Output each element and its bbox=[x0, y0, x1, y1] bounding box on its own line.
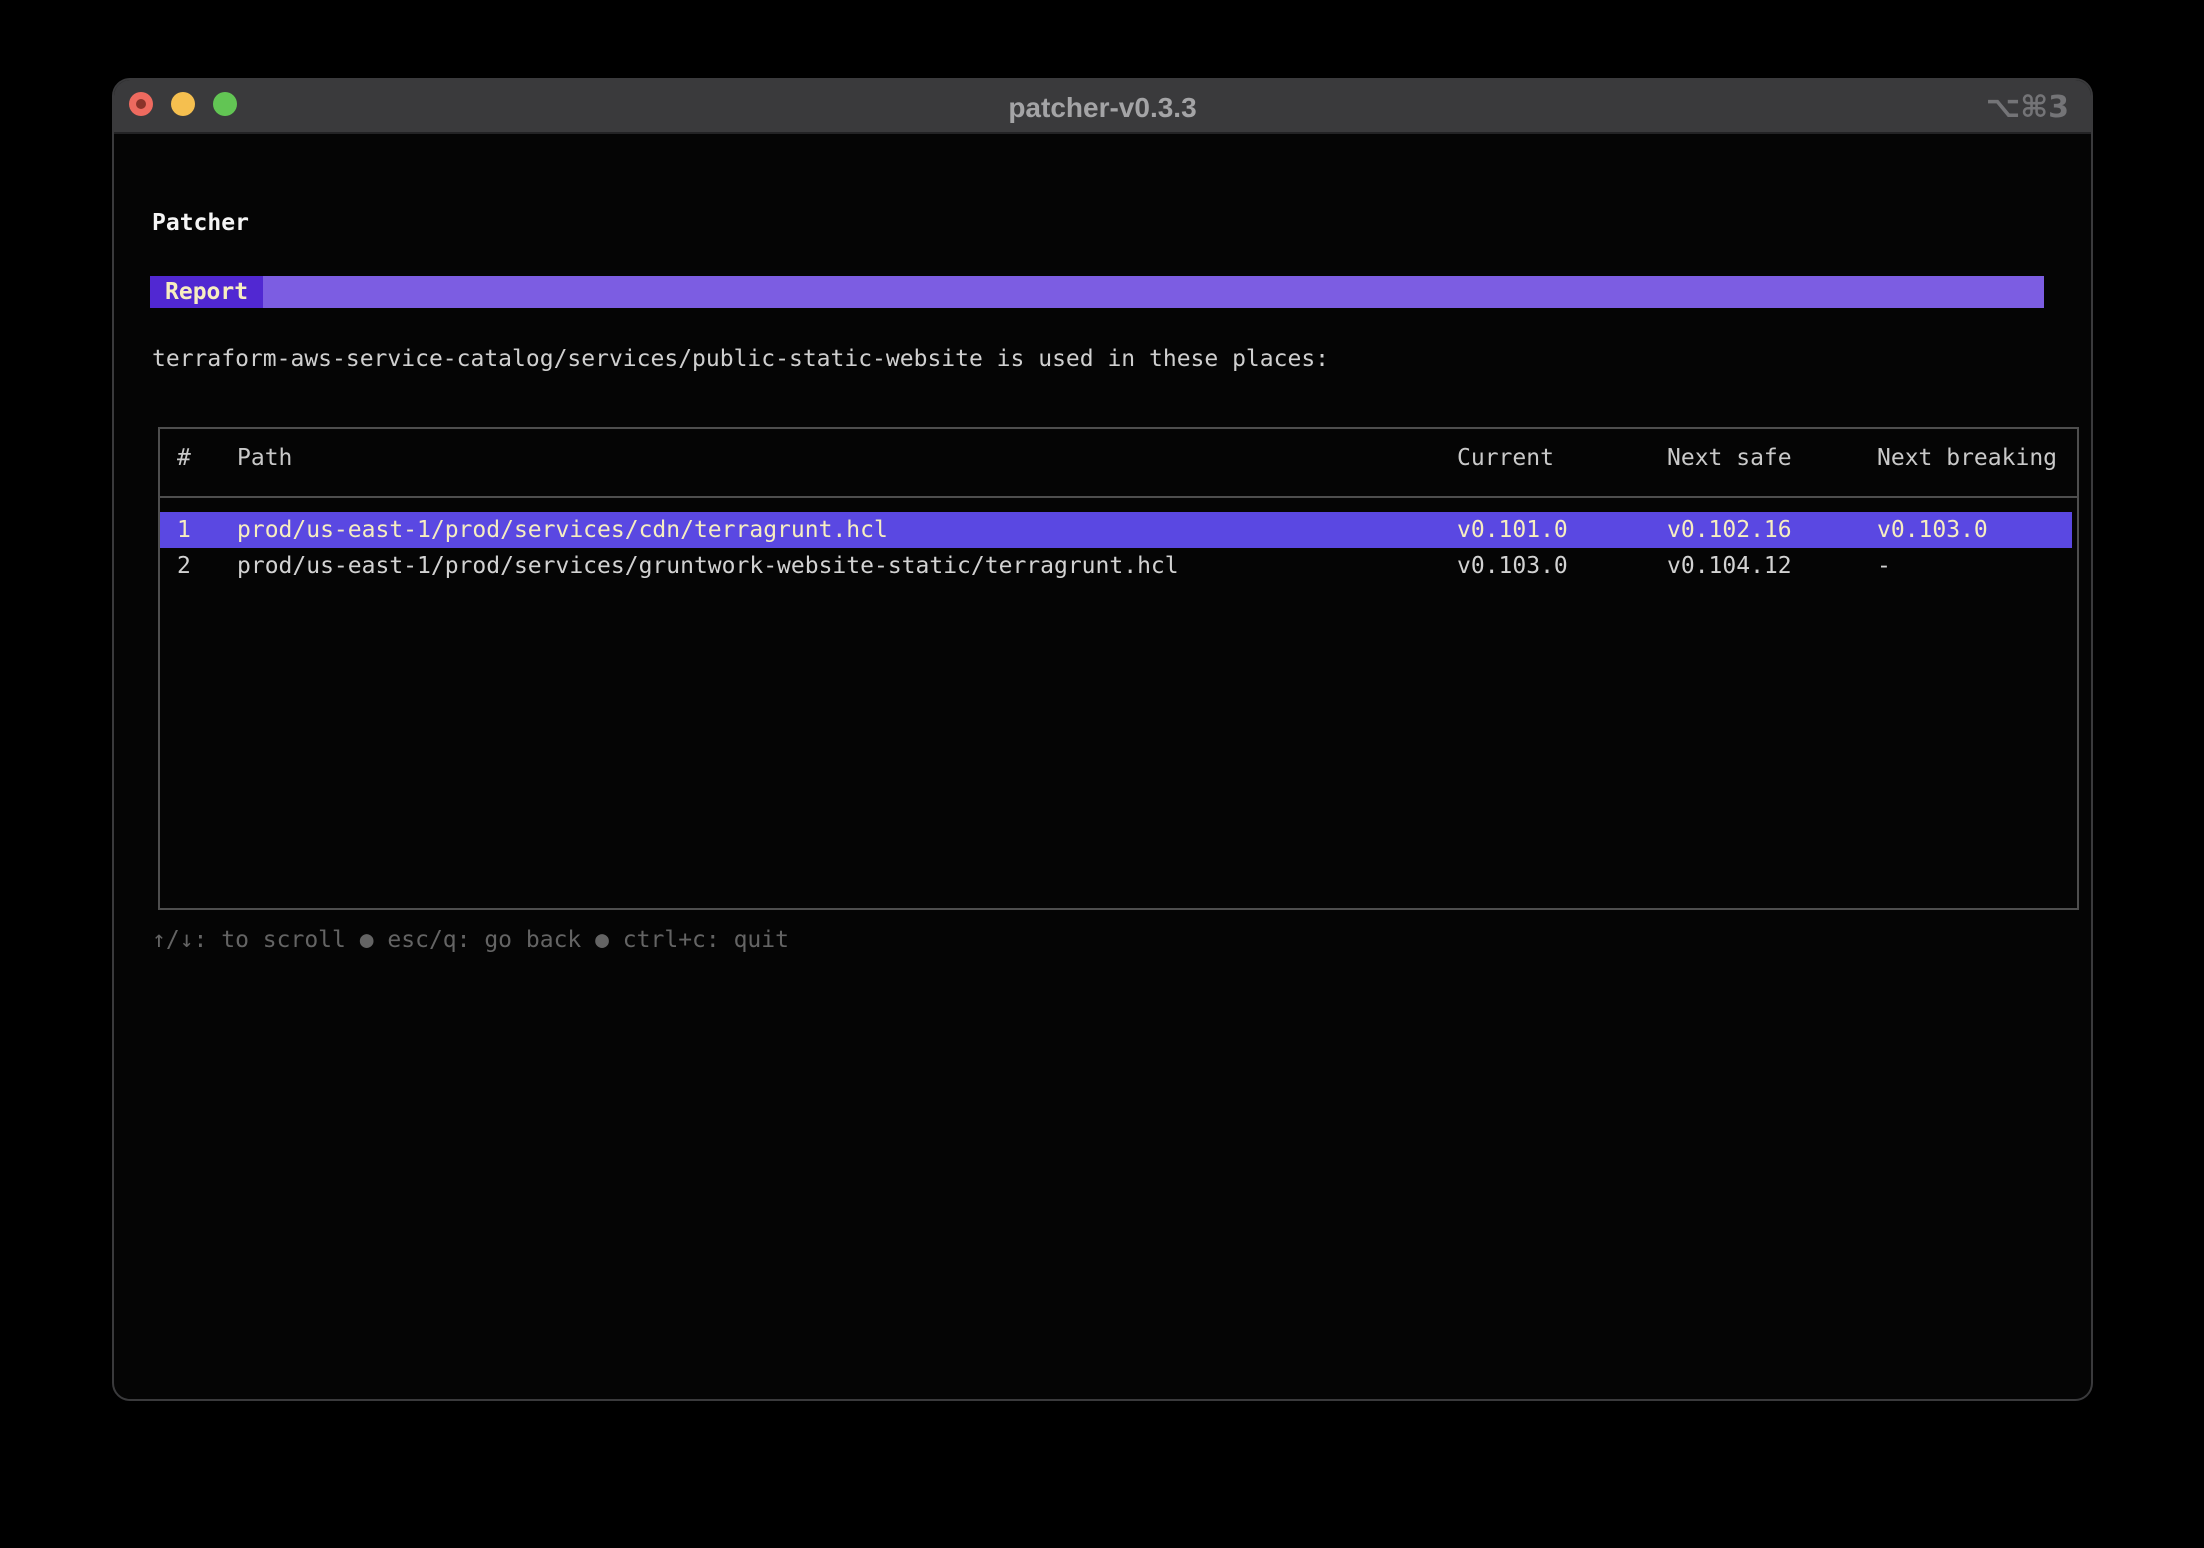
cell-next-safe: v0.104.12 bbox=[1667, 548, 1792, 584]
app-heading: Patcher bbox=[152, 207, 249, 239]
window-title: patcher-v0.3.3 bbox=[114, 80, 2091, 134]
cell-next-breaking: - bbox=[1877, 548, 1891, 584]
cell-current: v0.101.0 bbox=[1457, 512, 1568, 548]
desktop-background: patcher-v0.3.3 ⌥⌘3 Patcher Report terraf… bbox=[0, 0, 2204, 1548]
terminal-window: patcher-v0.3.3 ⌥⌘3 Patcher Report terraf… bbox=[112, 78, 2093, 1401]
window-shortcut-badge: ⌥⌘3 bbox=[1986, 80, 2069, 134]
titlebar[interactable]: patcher-v0.3.3 ⌥⌘3 bbox=[114, 80, 2091, 134]
usage-table: # Path Current Next safe Next breaking 1… bbox=[158, 427, 2079, 910]
table-row[interactable]: 2 prod/us-east-1/prod/services/gruntwork-… bbox=[160, 548, 2072, 584]
col-header-next-breaking: Next breaking bbox=[1877, 441, 2057, 475]
table-header-separator bbox=[160, 496, 2077, 498]
cell-num: 1 bbox=[177, 512, 191, 548]
cell-num: 2 bbox=[177, 548, 191, 584]
cell-current: v0.103.0 bbox=[1457, 548, 1568, 584]
tab-report[interactable]: Report bbox=[150, 276, 263, 308]
table-body: 1 prod/us-east-1/prod/services/cdn/terrag… bbox=[160, 512, 2072, 584]
help-bar: ↑/↓: to scroll ● esc/q: go back ● ctrl+c… bbox=[152, 924, 789, 956]
cell-path: prod/us-east-1/prod/services/gruntwork-w… bbox=[237, 548, 1179, 584]
col-header-next-safe: Next safe bbox=[1667, 441, 1792, 475]
table-row[interactable]: 1 prod/us-east-1/prod/services/cdn/terrag… bbox=[160, 512, 2072, 548]
intro-text: terraform-aws-service-catalog/services/p… bbox=[152, 343, 1329, 375]
col-header-num: # bbox=[177, 441, 191, 475]
tab-bar: Report bbox=[150, 276, 2044, 308]
cell-next-safe: v0.102.16 bbox=[1667, 512, 1792, 548]
col-header-path: Path bbox=[237, 441, 292, 475]
cell-next-breaking: v0.103.0 bbox=[1877, 512, 1988, 548]
table-header-row: # Path Current Next safe Next breaking bbox=[160, 441, 2077, 475]
col-header-current: Current bbox=[1457, 441, 1554, 475]
cell-path: prod/us-east-1/prod/services/cdn/terragr… bbox=[237, 512, 888, 548]
